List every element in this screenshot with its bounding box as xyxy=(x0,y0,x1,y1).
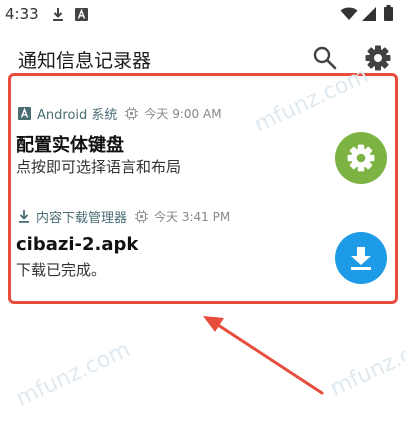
annotation-arrow xyxy=(203,316,324,395)
